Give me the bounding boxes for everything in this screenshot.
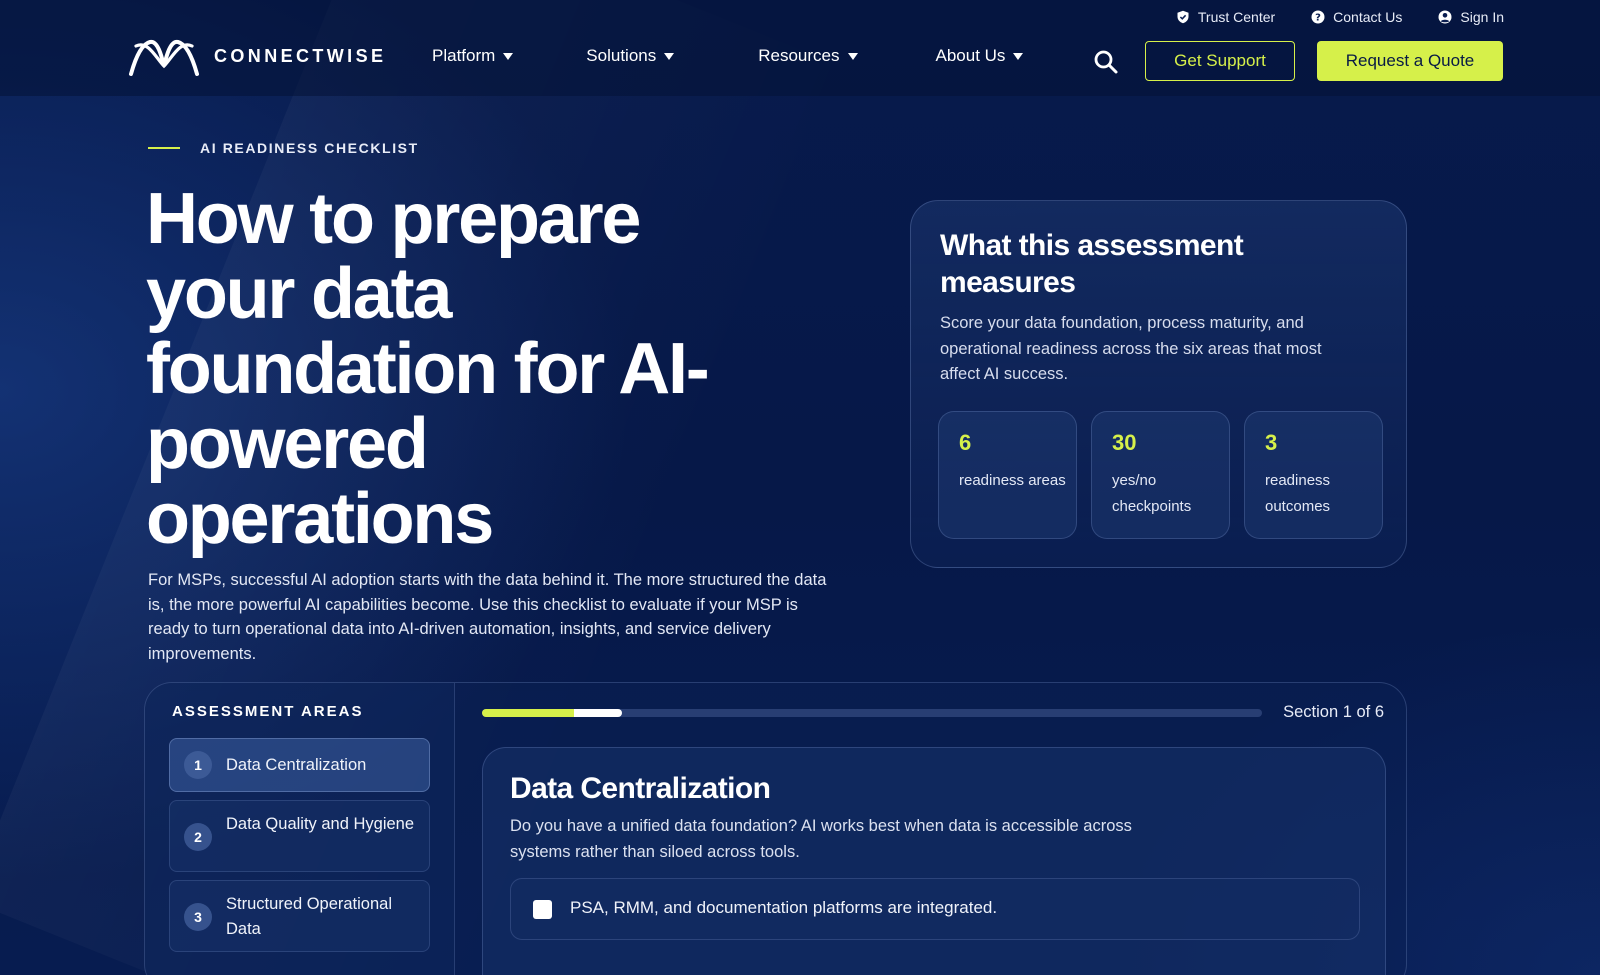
eyebrow-text: AI READINESS CHECKLIST bbox=[200, 140, 419, 156]
brand-logo[interactable]: CONNECTWISE bbox=[128, 36, 386, 76]
section-progress-bar bbox=[482, 709, 1262, 717]
stat-checkpoints: 30 yes/no checkpoints bbox=[1091, 411, 1230, 539]
area-number: 1 bbox=[184, 751, 212, 779]
measures-description: Score your data foundation, process matu… bbox=[940, 314, 1322, 383]
hero-description: For MSPs, successful AI adoption starts … bbox=[148, 571, 827, 663]
assessment-panel: ASSESSMENT AREAS 1 Data Centralization 2… bbox=[144, 682, 1407, 975]
area-number: 3 bbox=[184, 903, 212, 931]
search-icon bbox=[1094, 50, 1118, 74]
section-description: Do you have a unified data foundation? A… bbox=[510, 817, 1132, 861]
nav-platform[interactable]: Platform bbox=[432, 46, 514, 66]
page-title: How to prepare your data foundation for … bbox=[146, 179, 710, 559]
caret-down-icon bbox=[847, 52, 858, 60]
nav-platform-label: Platform bbox=[432, 46, 496, 65]
shield-icon bbox=[1176, 10, 1190, 24]
nav-resources[interactable]: Resources bbox=[758, 46, 858, 66]
sidebar-title: ASSESSMENT AREAS bbox=[172, 703, 364, 720]
area-number: 2 bbox=[184, 823, 212, 851]
sidebar-item-data-quality[interactable]: 2 Data Quality and Hygiene bbox=[169, 800, 430, 872]
trust-center-link[interactable]: Trust Center bbox=[1176, 9, 1275, 25]
stat-value: 30 bbox=[1112, 430, 1137, 455]
svg-text:?: ? bbox=[1315, 13, 1321, 24]
progress-segment bbox=[574, 709, 622, 717]
section-title: Data Centralization bbox=[510, 772, 771, 805]
nav-about-us[interactable]: About Us bbox=[936, 46, 1024, 66]
area-label: Data Quality and Hygiene bbox=[226, 815, 415, 833]
page: Trust Center ? Contact Us Sign In CONNEC… bbox=[0, 0, 1600, 975]
stat-readiness-areas: 6 readiness areas bbox=[938, 411, 1077, 539]
get-support-button[interactable]: Get Support bbox=[1145, 41, 1295, 81]
main-nav: Platform Solutions Resources About Us bbox=[432, 46, 1024, 66]
brand-name: CONNECTWISE bbox=[214, 45, 387, 66]
connectwise-logo-icon bbox=[129, 39, 199, 76]
trust-center-label: Trust Center bbox=[1197, 9, 1276, 25]
eyebrow-accent-line bbox=[148, 147, 180, 149]
section-card: Data Centralization Do you have a unifie… bbox=[482, 747, 1386, 975]
help-icon: ? bbox=[1311, 10, 1325, 24]
section-counter: Section 1 of 6 bbox=[1283, 703, 1384, 721]
request-quote-button[interactable]: Request a Quote bbox=[1317, 41, 1503, 81]
nav-solutions-label: Solutions bbox=[586, 46, 657, 65]
assessment-measures-card: What this assessment measures Score your… bbox=[910, 200, 1407, 568]
site-header: Trust Center ? Contact Us Sign In CONNEC… bbox=[0, 0, 1600, 96]
sign-in-link[interactable]: Sign In bbox=[1438, 9, 1504, 25]
sidebar-item-structured-operational-data[interactable]: 3 Structured Operational Data bbox=[169, 880, 430, 952]
nav-solutions[interactable]: Solutions bbox=[586, 46, 675, 66]
stat-readiness-outcomes: 3 readiness outcomes bbox=[1244, 411, 1383, 539]
progress-fill bbox=[482, 709, 574, 717]
nav-about-us-label: About Us bbox=[935, 46, 1006, 65]
assessment-sidebar: ASSESSMENT AREAS 1 Data Centralization 2… bbox=[145, 683, 455, 975]
contact-us-label: Contact Us bbox=[1333, 9, 1403, 25]
sign-in-label: Sign In bbox=[1460, 9, 1504, 25]
checkpoint-row[interactable]: PSA, RMM, and documentation platforms ar… bbox=[510, 878, 1360, 940]
nav-resources-label: Resources bbox=[758, 46, 840, 65]
stat-label: yes/no checkpoints bbox=[1112, 472, 1192, 515]
area-label: Data Centralization bbox=[226, 756, 367, 774]
stat-label: readiness outcomes bbox=[1265, 472, 1331, 515]
stat-label: readiness areas bbox=[959, 472, 1066, 489]
stat-value: 6 bbox=[959, 430, 972, 455]
search-button[interactable] bbox=[1093, 49, 1119, 75]
utility-bar: Trust Center ? Contact Us Sign In bbox=[1176, 9, 1504, 25]
stat-value: 3 bbox=[1265, 430, 1278, 455]
sidebar-item-data-centralization[interactable]: 1 Data Centralization bbox=[169, 738, 430, 792]
caret-down-icon bbox=[503, 52, 514, 60]
measures-title: What this assessment measures bbox=[940, 229, 1244, 299]
hero-eyebrow: AI READINESS CHECKLIST bbox=[148, 140, 419, 156]
contact-us-link[interactable]: ? Contact Us bbox=[1311, 9, 1402, 25]
checkpoint-checkbox[interactable] bbox=[533, 900, 552, 919]
checkpoint-label: PSA, RMM, and documentation platforms ar… bbox=[570, 898, 998, 917]
caret-down-icon bbox=[664, 52, 675, 60]
area-label: Structured Operational Data bbox=[226, 895, 393, 938]
caret-down-icon bbox=[1013, 52, 1024, 60]
user-icon bbox=[1438, 10, 1452, 24]
